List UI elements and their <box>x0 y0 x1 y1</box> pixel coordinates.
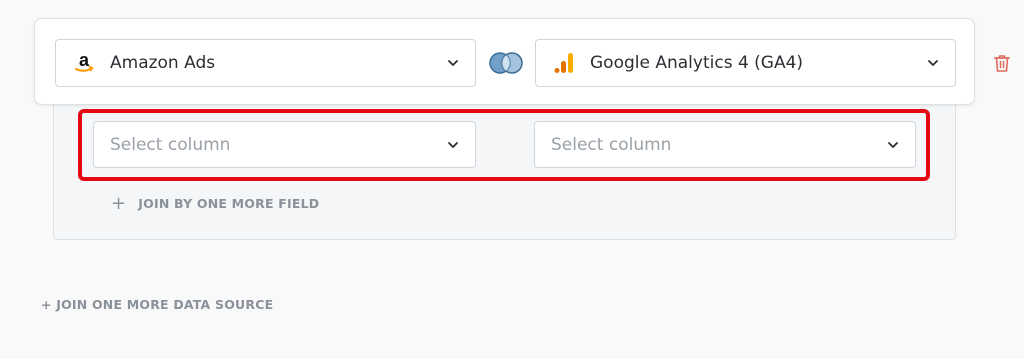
join-by-one-more-field-label: JOIN BY ONE MORE FIELD <box>138 196 320 211</box>
highlight-annotation-box <box>78 109 930 181</box>
google-analytics-icon <box>552 51 576 75</box>
chevron-down-icon <box>928 60 938 66</box>
svg-text:a: a <box>79 51 90 70</box>
plus-icon: + <box>111 193 127 214</box>
join-by-one-more-field-button[interactable]: + JOIN BY ONE MORE FIELD <box>111 193 319 214</box>
source-label-right: Google Analytics 4 (GA4) <box>590 53 804 73</box>
chevron-down-icon <box>448 60 458 66</box>
source-select-ga4[interactable]: Google Analytics 4 (GA4) <box>535 39 956 87</box>
data-source-row: a Amazon Ads Google Analytics 4 (GA4) <box>34 18 975 105</box>
trash-icon[interactable] <box>991 52 1013 74</box>
join-one-more-data-source-button[interactable]: + JOIN ONE MORE DATA SOURCE <box>41 297 273 312</box>
source-label-left: Amazon Ads <box>110 53 216 73</box>
venn-join-icon[interactable] <box>487 51 525 75</box>
amazon-logo-icon: a <box>72 51 96 75</box>
source-select-amazon-ads[interactable]: a Amazon Ads <box>55 39 476 87</box>
